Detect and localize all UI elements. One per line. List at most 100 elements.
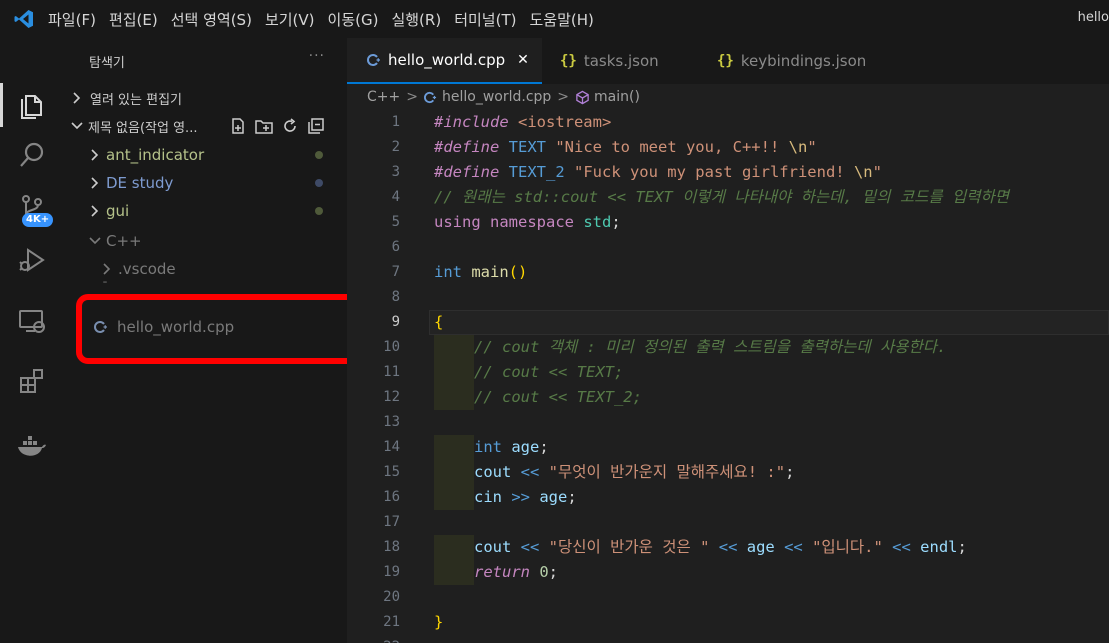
tab-tasks-json[interactable]: {} tasks.json (560, 38, 659, 84)
line-number: 20 (383, 589, 400, 605)
code-text: #define TEXT_2 "Fuck you my past girlfri… (434, 163, 882, 181)
code-line: 19 return 0; (347, 560, 1109, 585)
close-icon[interactable]: ✕ (517, 52, 529, 68)
explorer-sidebar: 탐색기 ··· 열려 있는 편집기 제목 없음(작업 영... ant_indi… (64, 38, 347, 643)
folder-label: ant_indicator (106, 146, 205, 164)
code-text: return 0; (474, 563, 559, 581)
menu-bar: 파일(F) 편집(E) 선택 영역(S) 보기(V) 이동(G) 실행(R) 터… (0, 0, 1109, 38)
breadcrumb-file[interactable]: hello_world.cpp (442, 89, 551, 105)
line-number: 3 (391, 164, 400, 180)
cpp-file-icon (94, 320, 110, 334)
code-line: 17 (347, 510, 1109, 535)
code-text: cout << "당신이 반가운 것은 " << age << "입니다." <… (474, 538, 967, 556)
line-number: 4 (391, 189, 400, 205)
remote-explorer-icon[interactable] (0, 296, 64, 346)
menu-selection[interactable]: 선택 영역(S) (171, 9, 252, 30)
code-comment: // 원래는 std::cout << TEXT 이렇게 나타내야 하는데, 밑… (434, 188, 1010, 206)
workspace-section[interactable]: 제목 없음(작업 영... (64, 112, 347, 140)
line-number: 6 (391, 239, 400, 255)
tab-bar: hello_world.cpp ✕ {} tasks.json {} keybi… (347, 38, 1109, 84)
refresh-icon[interactable] (280, 116, 300, 136)
line-number: 2 (391, 139, 400, 155)
explorer-icon[interactable] (0, 80, 64, 130)
new-folder-icon[interactable] (254, 116, 274, 136)
indent-guide (434, 360, 474, 385)
breadcrumb-symbol[interactable]: main() (594, 89, 640, 105)
indent-guide (434, 435, 474, 460)
code-text: #define TEXT "Nice to meet you, C++!! \n… (434, 138, 817, 156)
window-title: hello (1077, 10, 1109, 25)
source-control-icon[interactable]: 4K+ (0, 183, 64, 233)
folder-label: .vscode (118, 260, 176, 278)
folder-ant-indicator[interactable]: ant_indicator (64, 141, 347, 169)
truncated-label: ¯ (102, 280, 108, 294)
line-number: 5 (391, 214, 400, 230)
code-editor[interactable]: 1 #include <iostream> 2 #define TEXT "Ni… (347, 110, 1109, 643)
new-file-icon[interactable] (228, 116, 248, 136)
activity-bar: 4K+ (0, 38, 64, 643)
menu-terminal[interactable]: 터미널(T) (454, 9, 516, 30)
file-hello-world[interactable]: hello_world.cpp (64, 313, 347, 341)
tab-label: hello_world.cpp (388, 51, 506, 69)
search-icon[interactable] (0, 130, 64, 180)
tab-hello-world[interactable]: hello_world.cpp ✕ (347, 38, 542, 84)
code-text: int age; (474, 438, 549, 456)
menu-view[interactable]: 보기(V) (265, 9, 315, 30)
code-text: cout << "무엇이 반가운지 말해주세요! :"; (474, 463, 795, 481)
line-number: 15 (383, 464, 400, 480)
json-icon: {} (717, 53, 734, 69)
code-comment: // cout << TEXT; (474, 363, 624, 381)
indent-guide (434, 560, 474, 585)
modified-dot (315, 151, 323, 159)
code-line: 18 cout << "당신이 반가운 것은 " << age << "입니다.… (347, 535, 1109, 560)
open-editors-section[interactable]: 열려 있는 편집기 (64, 84, 347, 112)
code-line: 5 using namespace std; (347, 210, 1109, 235)
folder-cpp[interactable]: C++ (64, 227, 347, 255)
json-icon: {} (560, 53, 577, 69)
extensions-icon[interactable] (0, 356, 64, 406)
code-comment: // cout 객체 : 미리 정의된 출력 스트림을 출력하는데 사용한다. (474, 338, 947, 356)
folder-gui[interactable]: gui (64, 197, 347, 225)
tab-label: keybindings.json (740, 52, 867, 70)
menu-file[interactable]: 파일(F) (48, 9, 96, 30)
line-number: 19 (383, 564, 400, 580)
sidebar-title: 탐색기 (89, 56, 125, 71)
menu-edit[interactable]: 편집(E) (109, 9, 158, 30)
folder-de-study[interactable]: DE study (64, 169, 347, 197)
code-line: 8 (347, 285, 1109, 310)
code-line: 20 (347, 585, 1109, 610)
line-number: 11 (383, 364, 400, 380)
chevron-right-icon: > (557, 89, 570, 105)
tab-keybindings-json[interactable]: {} keybindings.json (717, 38, 866, 84)
indent-guide (434, 460, 474, 485)
line-number: 18 (383, 539, 400, 555)
code-line-current: 9 { (347, 310, 1109, 335)
code-text: cin >> age; (474, 488, 577, 506)
vscode-logo-icon[interactable] (0, 0, 48, 38)
chevron-down-icon (88, 234, 102, 248)
code-line: 11 // cout << TEXT; (347, 360, 1109, 385)
code-line: 7 int main() (347, 260, 1109, 285)
chevron-right-icon (100, 262, 114, 276)
more-actions-icon[interactable]: ··· (309, 48, 325, 64)
run-debug-icon[interactable] (0, 235, 64, 285)
file-label: hello_world.cpp (117, 318, 235, 336)
code-comment: // cout << TEXT_2; (474, 388, 642, 406)
line-number: 17 (383, 514, 400, 530)
menu-go[interactable]: 이동(G) (328, 9, 379, 30)
menu-run[interactable]: 실행(R) (391, 9, 441, 30)
folder-vscode[interactable]: .vscode (64, 255, 347, 283)
menu-help[interactable]: 도움말(H) (529, 9, 593, 30)
chevron-right-icon (88, 204, 102, 218)
code-line: 2 #define TEXT "Nice to meet you, C++!! … (347, 135, 1109, 160)
line-number: 14 (383, 439, 400, 455)
chevron-right-icon: > (406, 89, 418, 105)
code-text: using namespace std; (434, 213, 621, 231)
line-number: 13 (383, 414, 400, 430)
collapse-all-icon[interactable] (306, 116, 326, 136)
open-editors-label: 열려 있는 편집기 (90, 92, 182, 108)
breadcrumb: C++ > hello_world.cpp > main() (367, 86, 640, 108)
breadcrumb-root[interactable]: C++ (367, 89, 400, 105)
code-text: int main() (434, 263, 528, 281)
docker-icon[interactable] (0, 421, 64, 471)
